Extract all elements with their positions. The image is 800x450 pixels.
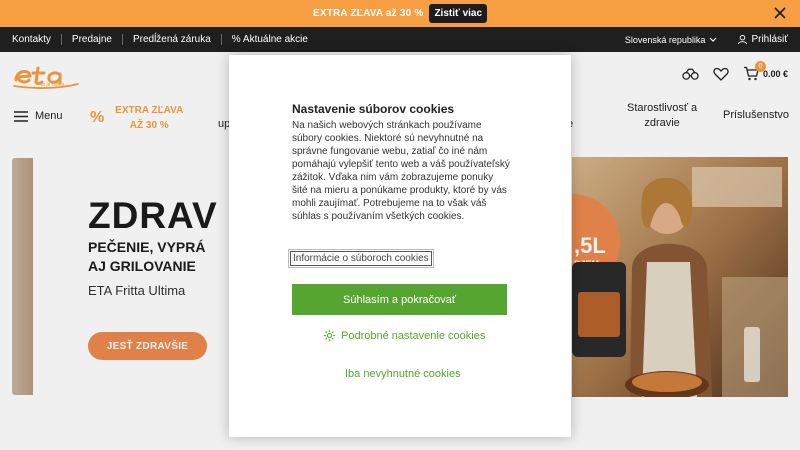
region-label: Slovenská republika: [624, 34, 706, 45]
region-select[interactable]: Slovenská republika: [625, 35, 718, 45]
login-link[interactable]: Prihlásiť: [737, 34, 788, 45]
login-label: Prihlásiť: [751, 34, 788, 45]
cookie-settings-label: Podrobné nastavenie cookies: [341, 329, 486, 342]
top-bar: Kontakty Predajne Predĺžená záruka % Akt…: [0, 27, 800, 52]
promo-text: EXTRA ZĽAVA až 30 %: [312, 8, 424, 19]
promo-more-button[interactable]: Zistiť viac: [429, 4, 488, 23]
cookie-consent-modal: Nastavenie súborov cookies Na našich web…: [229, 55, 571, 437]
top-links: Kontakty Predajne Predĺžená záruka % Akt…: [0, 34, 318, 45]
top-link-promotions[interactable]: % Aktuálne akcie: [222, 34, 318, 45]
promo-bar: EXTRA ZĽAVA až 30 % Zistiť viac: [0, 0, 800, 27]
chevron-down-icon: [710, 37, 717, 42]
user-icon: [738, 34, 748, 45]
top-right: Slovenská republika Prihlásiť: [625, 27, 788, 52]
top-link-stores[interactable]: Predajne: [62, 34, 123, 45]
top-link-warranty[interactable]: Predĺžená záruka: [123, 34, 222, 45]
close-icon[interactable]: [772, 5, 788, 21]
accept-cookies-button[interactable]: Súhlasím a pokračovať: [292, 284, 507, 315]
gear-icon: [323, 329, 336, 342]
necessary-cookies-button[interactable]: Iba nevyhnutné cookies: [345, 368, 461, 380]
cookie-modal-title: Nastavenie súborov cookies: [292, 102, 455, 116]
cookie-settings-button[interactable]: Podrobné nastavenie cookies: [323, 329, 485, 342]
top-link-contacts[interactable]: Kontakty: [12, 34, 62, 45]
cookie-info-link[interactable]: Informácie o súboroch cookies: [288, 249, 434, 268]
cookie-modal-body: Na našich webových stránkach používame s…: [292, 120, 510, 222]
